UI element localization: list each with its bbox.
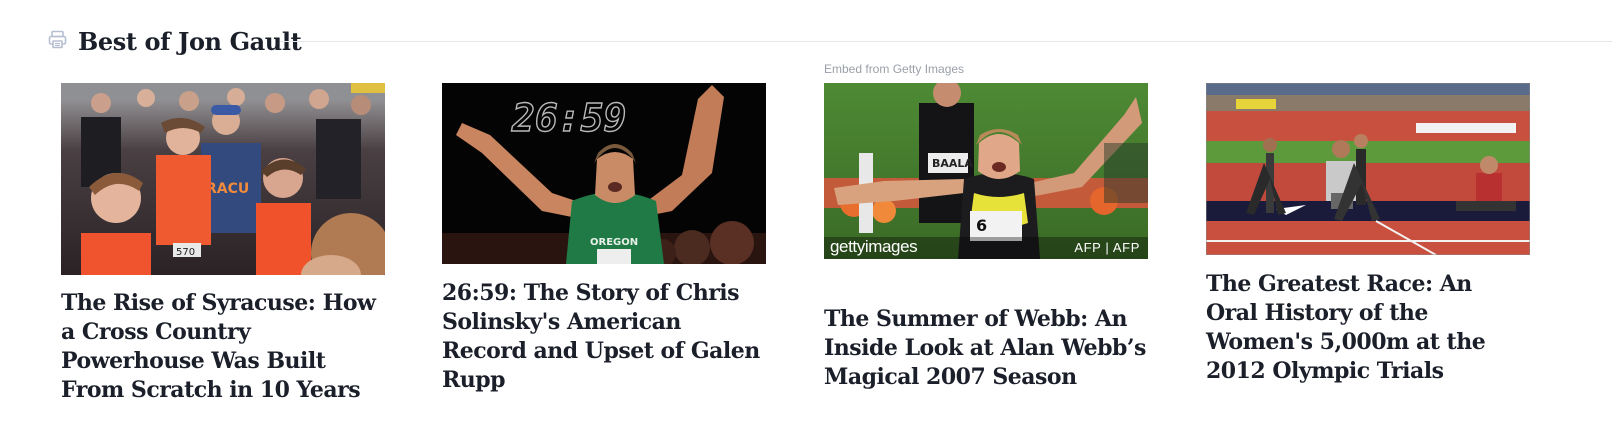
article-card-solinsky[interactable]: 26:59 OREGON 26:59: The Story of Chris S…: [442, 0, 766, 431]
svg-text:6: 6: [976, 216, 987, 235]
svg-text:BAALA: BAALA: [932, 157, 973, 170]
article-title[interactable]: The Rise of Syracuse: How a Cross Countr…: [61, 289, 385, 405]
article-title[interactable]: The Summer of Webb: An Inside Look at Al…: [824, 305, 1148, 392]
webb-celebration-photo[interactable]: BAALA 6 gettyimages AFP | AFP: [824, 83, 1148, 259]
article-title[interactable]: The Greatest Race: An Oral History of th…: [1206, 270, 1530, 386]
photo-credit: AFP | AFP: [1074, 240, 1140, 255]
overlay-time-text: 26:59: [511, 96, 626, 140]
olympic-trials-finish-photo[interactable]: [1206, 83, 1530, 255]
svg-text:OREGON: OREGON: [590, 237, 638, 248]
svg-text:570: 570: [176, 247, 195, 258]
article-card-syracuse[interactable]: RACU 570 The Rise of Syracuse: How a Cro…: [61, 0, 385, 431]
solinsky-record-photo[interactable]: 26:59 OREGON: [442, 83, 766, 264]
svg-text:RACU: RACU: [206, 181, 249, 197]
syracuse-team-photo[interactable]: RACU 570: [61, 83, 385, 275]
article-card-olympic-trials[interactable]: The Greatest Race: An Oral History of th…: [1206, 0, 1530, 431]
article-card-webb[interactable]: Embed from Getty Images BAALA 6 gettyima…: [824, 0, 1148, 431]
article-title[interactable]: 26:59: The Story of Chris Solinsky's Ame…: [442, 279, 766, 395]
getty-images-logo[interactable]: gettyimages: [830, 237, 918, 257]
embed-credit-text[interactable]: Embed from Getty Images: [824, 62, 964, 76]
